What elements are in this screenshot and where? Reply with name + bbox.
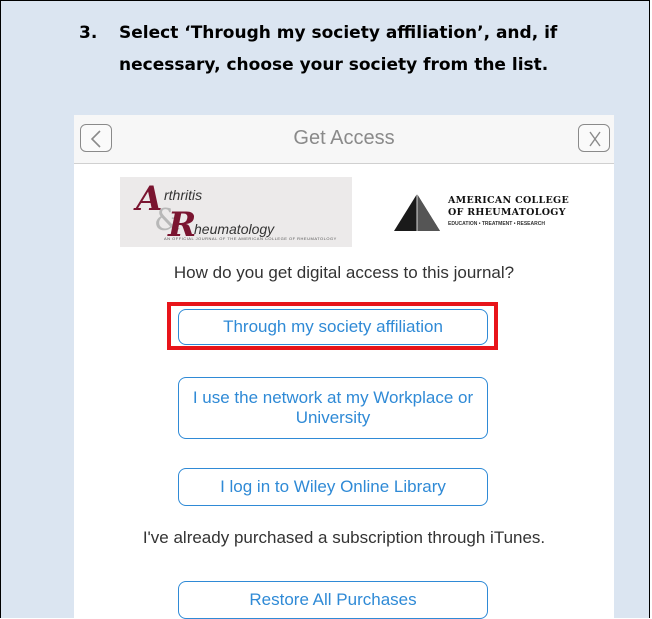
- pyramid-icon: [394, 194, 440, 231]
- acr-logo: AMERICAN COLLEGE OF RHEUMATOLOGY EDUCATI…: [392, 193, 602, 233]
- nav-title: Get Access: [293, 127, 395, 149]
- access-question: How do you get digital access to this jo…: [173, 263, 515, 282]
- acr-line-2: OF RHEUMATOLOGY: [448, 207, 566, 218]
- app-screenshot: Get Access A rthritis & R heumatology AN…: [74, 115, 614, 619]
- arthritis-rheumatology-logo: A rthritis & R heumatology AN OFFICIAL J…: [120, 177, 352, 247]
- instruction-line-2: necessary, choose your society from the …: [119, 55, 549, 75]
- itunes-text: I've already purchased a subscription th…: [142, 528, 546, 547]
- logo-word-arthritis: rthritis: [164, 187, 203, 203]
- logo-word-rheumatology: heumatology: [194, 221, 275, 237]
- instruction-panel: 3. Select ‘Through my society affiliation…: [0, 0, 650, 619]
- step-number: 3.: [79, 23, 98, 43]
- highlight-box: [167, 302, 498, 350]
- workplace-network-button[interactable]: I use the network at my Workplace or Uni…: [178, 377, 488, 439]
- close-x-icon: [589, 131, 601, 147]
- restore-purchases-button[interactable]: Restore All Purchases: [178, 581, 488, 619]
- wiley-login-button[interactable]: I log in to Wiley Online Library: [178, 468, 488, 506]
- instruction-line-1: Select ‘Through my society affiliation’,…: [119, 23, 558, 43]
- nav-bar: Get Access: [74, 115, 614, 164]
- close-button[interactable]: [578, 124, 610, 152]
- instruction-step: 3. Select ‘Through my society affiliation…: [79, 17, 557, 81]
- acr-line-1: AMERICAN COLLEGE: [448, 195, 569, 206]
- acr-line-3: EDUCATION • TREATMENT • RESEARCH: [448, 221, 545, 227]
- logo-tagline: AN OFFICIAL JOURNAL OF THE AMERICAN COLL…: [164, 236, 337, 241]
